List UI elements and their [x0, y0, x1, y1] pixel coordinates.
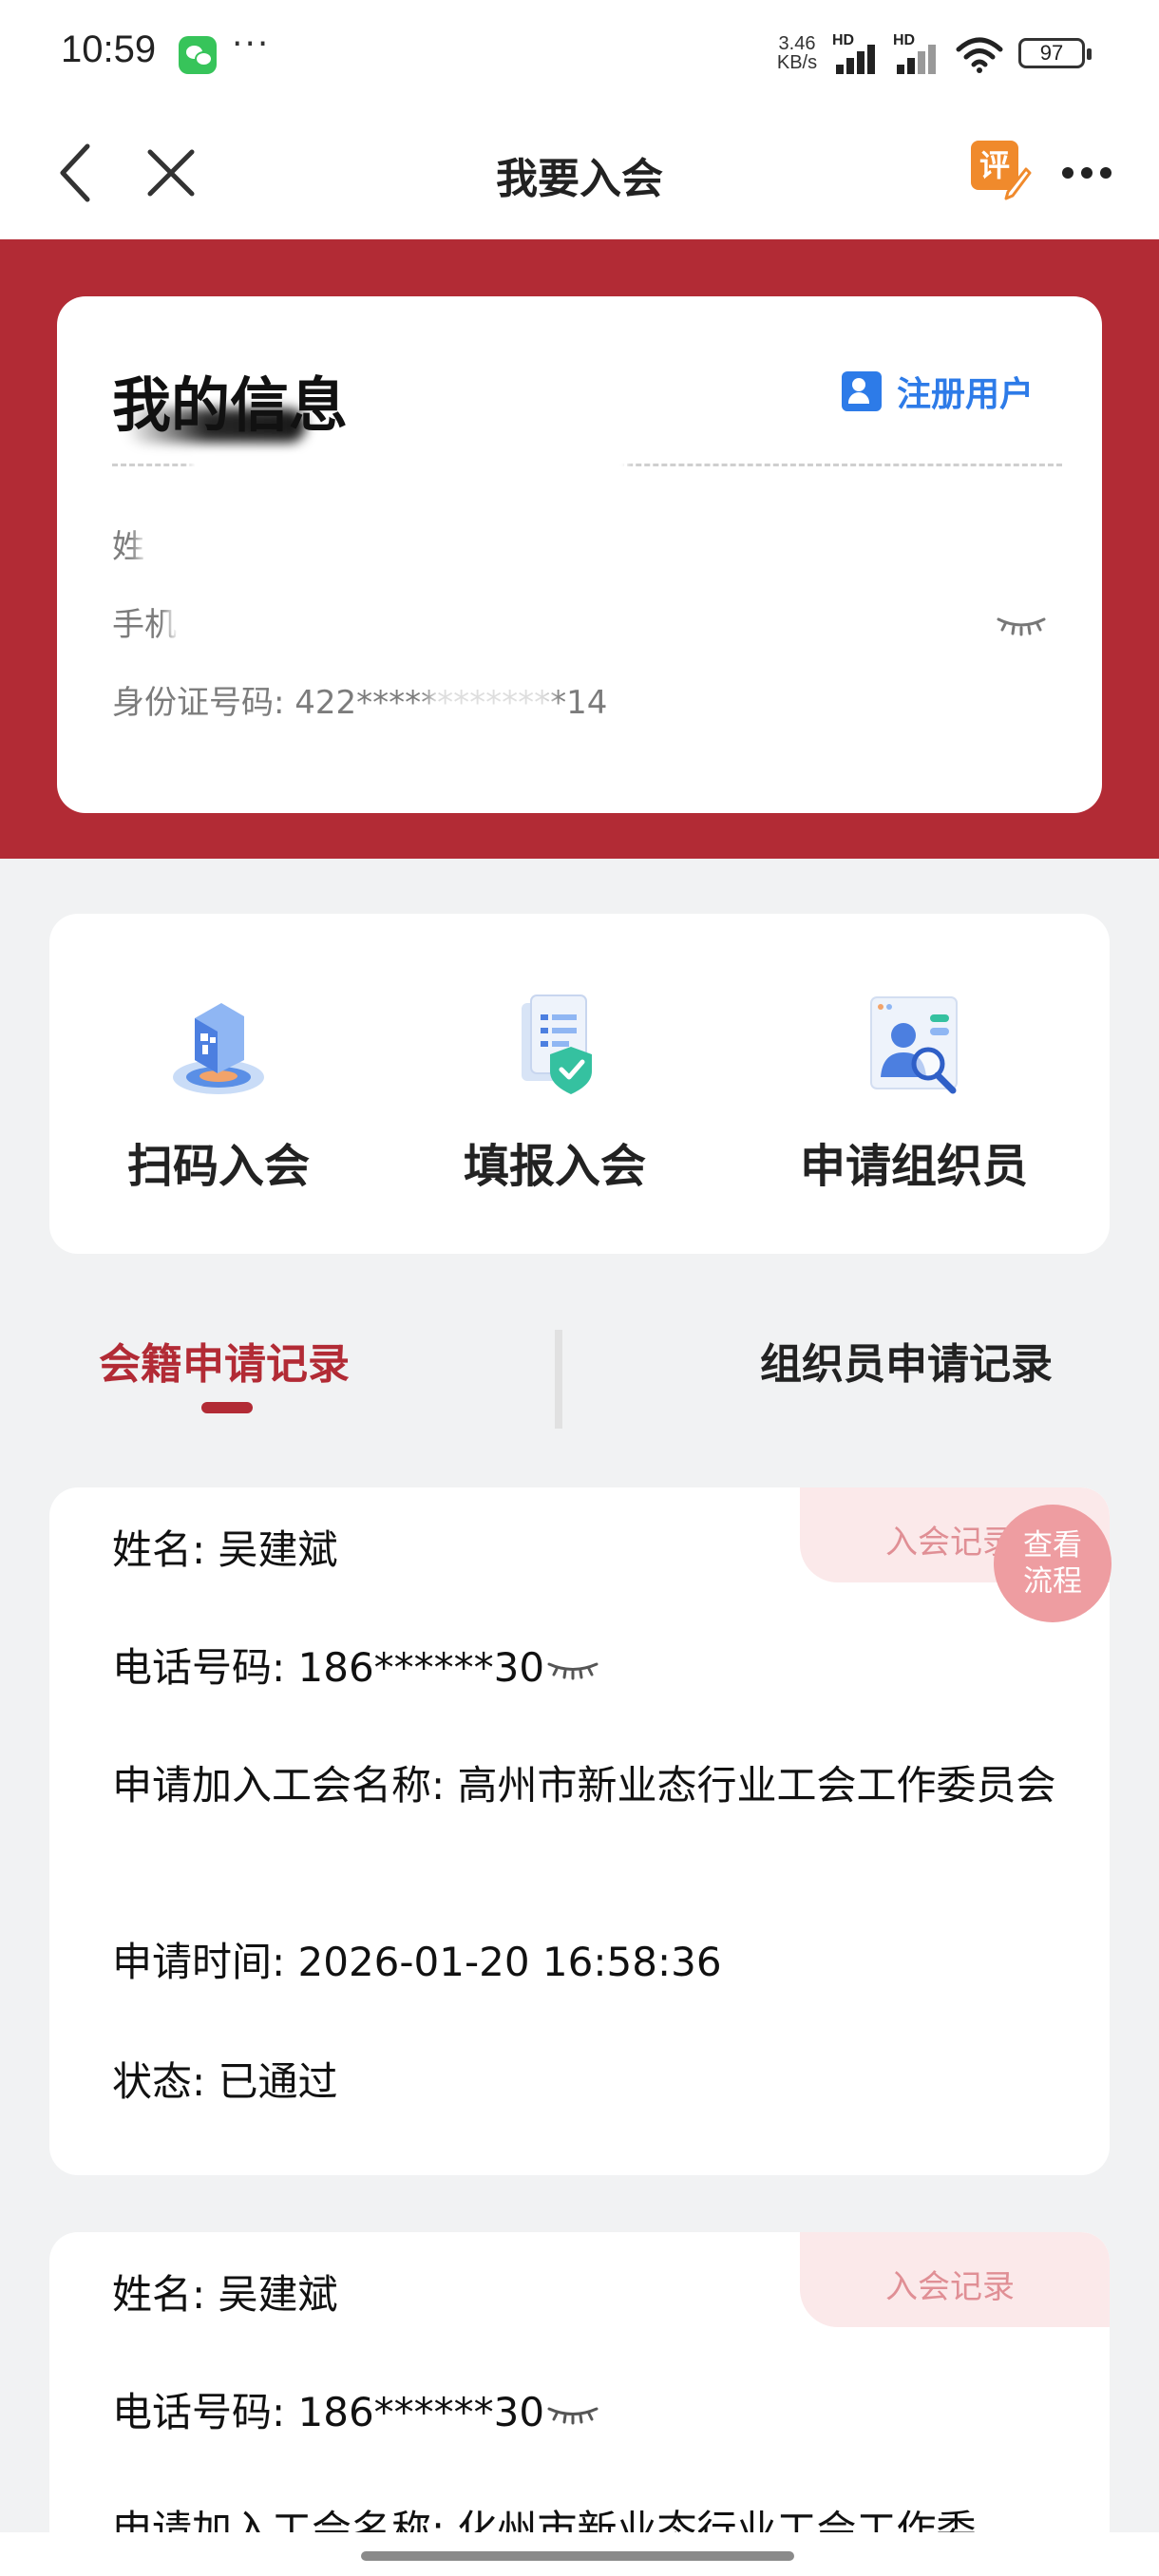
record-status: 状态: 已通过 — [112, 2058, 338, 2105]
record-phone: 电话号码: 186******30 — [112, 1644, 545, 1691]
eye-closed-icon[interactable] — [546, 2406, 599, 2425]
scan-to-join-button[interactable]: 扫码入会 — [76, 990, 361, 1195]
scan-to-join-label: 扫码入会 — [126, 1140, 310, 1193]
battery-indicator: 97 — [1018, 38, 1092, 68]
nav-bar: 我要入会 评 — [0, 110, 1159, 239]
qr-scan-icon — [173, 1003, 264, 1094]
fill-in-join-label: 填报入会 — [463, 1140, 646, 1193]
fill-in-join-button[interactable]: 填报入会 — [412, 990, 697, 1195]
my-info-card: 我的信息 注册用户 姓 手机 身份证号码: 422*************14 — [57, 296, 1102, 813]
record-card[interactable]: 入会记录 姓名: 吴建斌 电话号码: 186******30 申请加入工会名称:… — [49, 1487, 1110, 2175]
my-info-title: 我的信息 — [112, 370, 349, 440]
view-flow-label-2: 流程 — [1023, 1564, 1082, 1599]
register-user-label: 注册用户 — [897, 375, 1035, 414]
record-union-name: 申请加入工会名称: 高州市新业态行业工会工作委员会 — [112, 1762, 1056, 1809]
record-phone-row: 电话号码: 186******30 — [112, 1639, 1062, 1696]
record-name: 姓名: 吴建斌 — [112, 2271, 338, 2318]
active-tab-indicator — [201, 1402, 253, 1413]
wechat-notification-icon — [179, 36, 217, 74]
more-notifications-icon: ··· — [232, 25, 271, 64]
status-time: 10:59 — [61, 28, 157, 70]
record-name: 姓名: 吴建斌 — [112, 1526, 338, 1573]
person-search-icon — [870, 996, 958, 1094]
tab-organizer-records[interactable]: 组织员申请记录 — [760, 1330, 1053, 1391]
pen-icon — [1004, 167, 1032, 200]
apply-organizer-button[interactable]: 申请组织员 — [771, 990, 1056, 1195]
more-options-icon[interactable] — [1062, 165, 1112, 180]
view-flow-button[interactable]: 查看 流程 — [994, 1505, 1112, 1622]
redaction-mark — [429, 672, 553, 722]
redaction-mark — [139, 511, 253, 564]
signal-hd-label: HD — [832, 32, 855, 48]
record-phone: 电话号码: 186******30 — [112, 2389, 545, 2435]
form-check-icon — [522, 994, 592, 1094]
redaction-mark — [169, 589, 283, 642]
signal-2-hd-label: HD — [893, 32, 916, 48]
record-apply-time: 申请时间: 2026-01-20 16:58:36 — [112, 1939, 722, 1985]
network-speed-value: 3.46 — [778, 33, 816, 54]
add-user-icon — [842, 371, 882, 411]
apply-organizer-label: 申请组织员 — [799, 1140, 1028, 1193]
record-phone-row: 电话号码: 186******30 — [112, 2384, 1062, 2441]
redaction-mark — [190, 454, 627, 477]
network-speed: 3.46 KB/s — [771, 34, 823, 72]
tab-membership-records[interactable]: 会籍申请记录 — [99, 1330, 350, 1391]
wifi-icon — [956, 37, 1003, 73]
cellular-signal-icon: HD — [830, 32, 884, 74]
record-card[interactable]: 入会记录 姓名: 吴建斌 电话号码: 186******30 申请加入工会名称:… — [49, 2232, 1110, 2576]
home-indicator[interactable] — [361, 2551, 794, 2561]
status-bar: 10:59 ··· 3.46 KB/s HD HD 97 — [0, 0, 1159, 110]
eye-closed-icon[interactable] — [546, 1661, 599, 1680]
view-flow-label-1: 查看 — [1023, 1528, 1082, 1563]
id-number-label: 身份证号码: 422 — [112, 684, 357, 722]
network-speed-unit: KB/s — [776, 52, 818, 73]
phone-label: 手机 — [112, 606, 177, 644]
cellular-signal-2-icon: HD — [891, 32, 944, 74]
register-user-button[interactable]: 注册用户 — [842, 369, 1034, 414]
eye-closed-icon[interactable] — [996, 616, 1047, 638]
tab-divider — [555, 1330, 562, 1429]
actions-card: 扫码入会 填报入会 申请组织员 — [49, 914, 1110, 1254]
review-button[interactable]: 评 — [971, 141, 1032, 201]
